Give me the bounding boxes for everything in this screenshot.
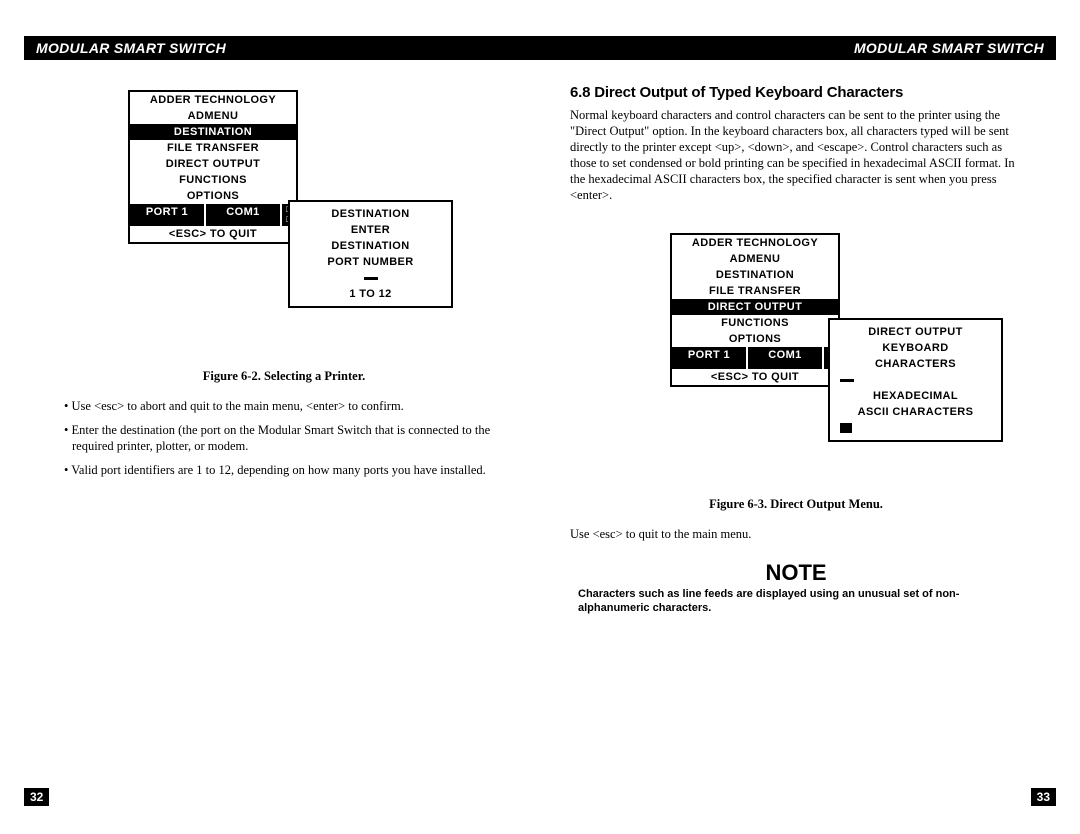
section-6-8-head: 6.8 Direct Output of Typed Keyboard Char…: [570, 84, 1022, 101]
admenu-main-box-2: ADDER TECHNOLOGY ADMENU DESTINATION FILE…: [670, 233, 840, 387]
menu-item-destination: DESTINATION: [130, 124, 296, 140]
menu-item-options: OPTIONS: [130, 188, 296, 204]
menu-esc-line-b: <ESC> TO QUIT: [672, 369, 838, 385]
popup-range: 1 TO 12: [290, 286, 451, 302]
admenu-main-box: ADDER TECHNOLOGY ADMENU DESTINATION FILE…: [128, 90, 298, 244]
menu-item-destination-b: DESTINATION: [672, 267, 838, 283]
menu-item-functions-b: FUNCTIONS: [672, 315, 838, 331]
popup2-l3: HEXADECIMAL: [830, 388, 1001, 404]
com-label: COM1: [206, 204, 282, 226]
popup-cursor: [290, 270, 451, 286]
figure-6-2-diagram: ADDER TECHNOLOGY ADMENU DESTINATION FILE…: [58, 90, 510, 355]
bullet-2: Enter the destination (the port on the M…: [58, 422, 510, 454]
port-label: PORT 1: [130, 204, 206, 226]
popup2-title: DIRECT OUTPUT: [830, 324, 1001, 340]
menu-item-direct-output: DIRECT OUTPUT: [130, 156, 296, 172]
port-label-b: PORT 1: [672, 347, 748, 369]
menu-title-1b: ADDER TECHNOLOGY: [672, 235, 838, 251]
popup2-cursor1: [830, 372, 1001, 388]
popup-l1: ENTER: [290, 222, 451, 238]
popup2-l1: KEYBOARD: [830, 340, 1001, 356]
menu-title-2b: ADMENU: [672, 251, 838, 267]
com-label-b: COM1: [748, 347, 824, 369]
note-head: NOTE: [570, 560, 1022, 586]
menu-port-row: PORT 1 COM1 □□: [130, 204, 296, 226]
menu-esc-line: <ESC> TO QUIT: [130, 226, 296, 242]
menu-port-row-b: PORT 1 COM1 □□: [672, 347, 838, 369]
menu-item-functions: FUNCTIONS: [130, 172, 296, 188]
figure-6-3-diagram: ADDER TECHNOLOGY ADMENU DESTINATION FILE…: [570, 223, 1022, 483]
popup-title: DESTINATION: [290, 206, 451, 222]
figure-6-2-caption: Figure 6-2. Selecting a Printer.: [58, 369, 510, 384]
direct-output-popup-box: DIRECT OUTPUT KEYBOARD CHARACTERS HEXADE…: [828, 318, 1003, 442]
section-6-8-para: Normal keyboard characters and control c…: [570, 107, 1022, 203]
destination-popup-box: DESTINATION ENTER DESTINATION PORT NUMBE…: [288, 200, 453, 308]
page-header-left: MODULAR SMART SWITCH: [24, 36, 540, 60]
menu-title-1: ADDER TECHNOLOGY: [130, 92, 296, 108]
menu-item-file-transfer: FILE TRANSFER: [130, 140, 296, 156]
post-fig-text: Use <esc> to quit to the main menu.: [570, 526, 1022, 542]
menu-title-2: ADMENU: [130, 108, 296, 124]
popup2-l2: CHARACTERS: [830, 356, 1001, 372]
bullet-3: Valid port identifiers are 1 to 12, depe…: [58, 462, 510, 478]
page-number-left: 32: [24, 788, 49, 806]
figure-6-3-caption: Figure 6-3. Direct Output Menu.: [570, 497, 1022, 512]
popup-l3: PORT NUMBER: [290, 254, 451, 270]
menu-item-direct-output-b: DIRECT OUTPUT: [672, 299, 838, 315]
popup2-l4: ASCII CHARACTERS: [830, 404, 1001, 420]
popup-l2: DESTINATION: [290, 238, 451, 254]
menu-item-file-transfer-b: FILE TRANSFER: [672, 283, 838, 299]
page-header-right: MODULAR SMART SWITCH: [540, 36, 1056, 60]
menu-item-options-b: OPTIONS: [672, 331, 838, 347]
page-number-right: 33: [1031, 788, 1056, 806]
note-body: Characters such as line feeds are displa…: [570, 588, 1022, 616]
bullet-1: Use <esc> to abort and quit to the main …: [58, 398, 510, 414]
popup2-cursor2: [830, 420, 1001, 436]
